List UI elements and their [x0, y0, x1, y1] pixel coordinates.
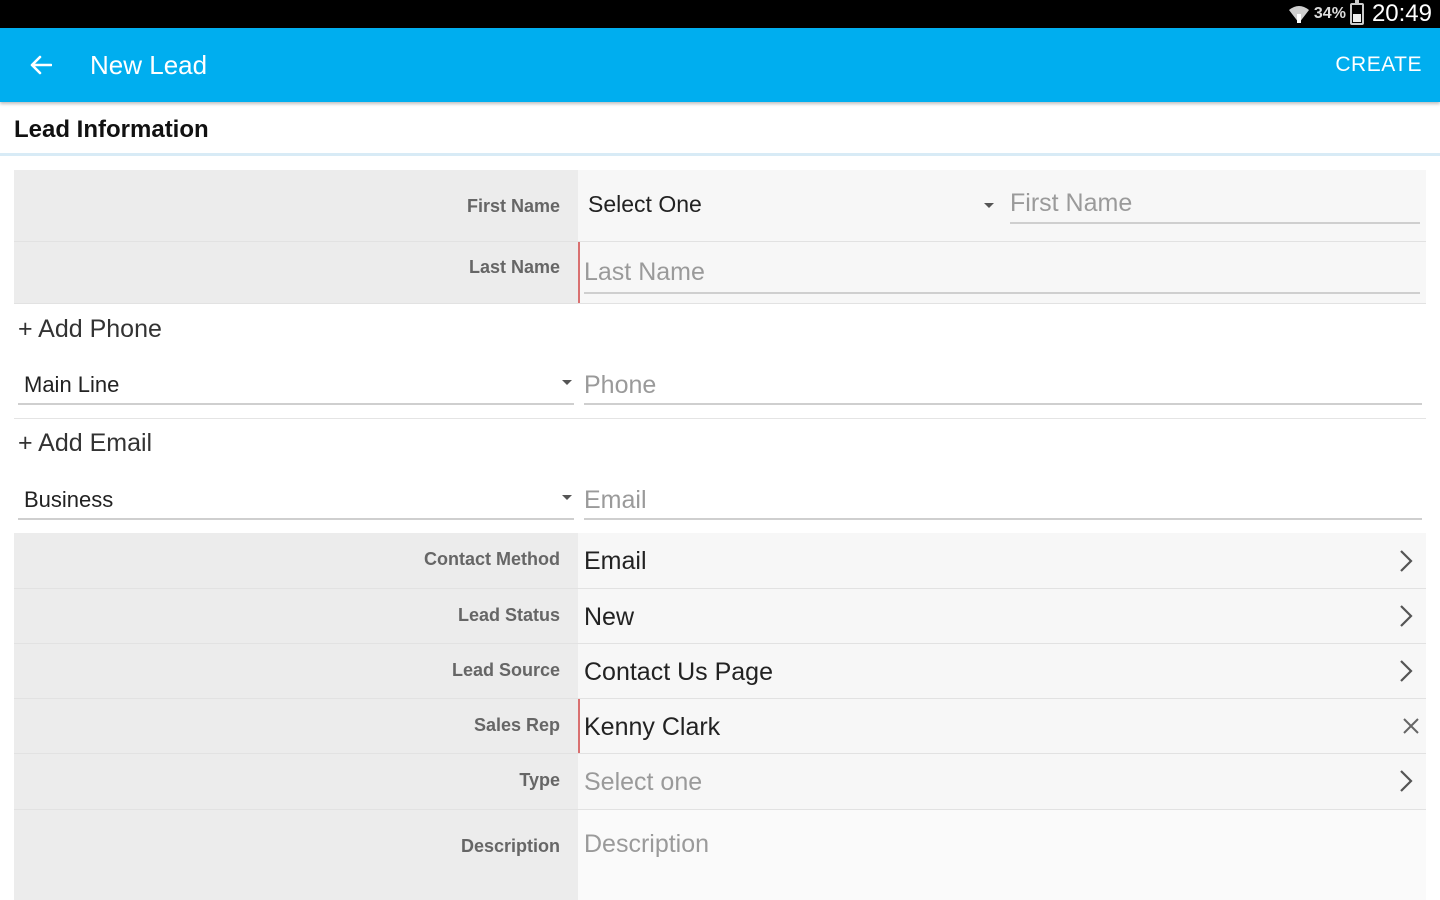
last-name-input[interactable]: Last Name	[584, 258, 705, 287]
chevron-right-icon	[1400, 660, 1413, 682]
divider	[14, 418, 1426, 419]
chevron-right-icon	[1400, 550, 1413, 572]
sales-rep-label: Sales Rep	[14, 699, 578, 753]
description-value: Description	[578, 810, 1426, 900]
clear-icon[interactable]	[1402, 717, 1420, 735]
last-name-underline	[584, 292, 1420, 294]
wifi-icon	[1288, 6, 1309, 23]
description-row: Description Description	[14, 810, 1426, 900]
sales-rep-row[interactable]: Sales Rep Kenny Clark	[14, 699, 1426, 754]
battery-percent: 34%	[1313, 5, 1346, 22]
lead-source-row[interactable]: Lead Source Contact Us Page	[14, 644, 1426, 699]
lead-source-value: Contact Us Page	[578, 644, 1426, 698]
lead-status-label: Lead Status	[14, 589, 578, 643]
phone-underline	[584, 403, 1422, 405]
contact-method-label: Contact Method	[14, 533, 578, 588]
salutation-select[interactable]: Select One	[588, 191, 702, 218]
last-name-label: Last Name	[14, 242, 578, 303]
first-name-row: First Name Select One First Name	[14, 170, 1426, 242]
email-type-underline	[18, 518, 574, 520]
contact-method-text: Email	[584, 547, 647, 575]
type-label: Type	[14, 754, 578, 809]
type-value: Select one	[578, 754, 1426, 809]
type-text: Select one	[584, 768, 703, 796]
add-email-button[interactable]: + Add Email	[18, 429, 152, 458]
first-name-input[interactable]: First Name	[1010, 189, 1132, 218]
last-name-row: Last Name Last Name	[14, 242, 1426, 304]
email-input[interactable]: Email	[584, 486, 647, 515]
caret-down-icon	[562, 380, 572, 385]
first-name-label: First Name	[14, 170, 578, 241]
chevron-right-icon	[1400, 770, 1413, 792]
description-label: Description	[14, 810, 578, 900]
contact-method-row[interactable]: Contact Method Email	[14, 533, 1426, 589]
back-button[interactable]	[22, 46, 60, 84]
section-title: Lead Information	[14, 116, 209, 143]
caret-down-icon	[562, 495, 572, 500]
section-divider	[0, 153, 1440, 156]
lead-status-row[interactable]: Lead Status New	[14, 589, 1426, 644]
status-bar: 34% 20:49	[0, 0, 1440, 28]
sales-rep-text: Kenny Clark	[584, 713, 721, 741]
description-input[interactable]: Description	[584, 830, 709, 859]
type-row[interactable]: Type Select one	[14, 754, 1426, 810]
page-title: New Lead	[90, 50, 208, 80]
email-type-select[interactable]: Business	[24, 487, 113, 513]
first-name-value: Select One First Name	[578, 170, 1426, 241]
contact-method-value: Email	[578, 533, 1426, 588]
app-bar: New Lead CREATE	[0, 28, 1440, 102]
status-indicators: 34% 20:49	[1288, 0, 1432, 28]
status-clock: 20:49	[1371, 0, 1432, 27]
phone-type-select[interactable]: Main Line	[24, 372, 119, 398]
arrow-left-icon	[30, 55, 52, 75]
create-button[interactable]: CREATE	[1335, 53, 1422, 77]
first-name-underline	[1010, 222, 1420, 224]
lead-status-text: New	[584, 603, 635, 631]
caret-down-icon	[984, 203, 994, 208]
add-phone-button[interactable]: + Add Phone	[18, 315, 162, 344]
last-name-value: Last Name	[578, 242, 1426, 303]
phone-input[interactable]: Phone	[584, 371, 656, 400]
email-underline	[584, 518, 1422, 520]
phone-type-underline	[18, 403, 574, 405]
battery-icon	[1349, 0, 1364, 25]
lead-source-text: Contact Us Page	[584, 658, 773, 686]
sales-rep-value: Kenny Clark	[578, 699, 1426, 753]
lead-source-label: Lead Source	[14, 644, 578, 698]
lead-status-value: New	[578, 589, 1426, 643]
chevron-right-icon	[1400, 605, 1413, 627]
